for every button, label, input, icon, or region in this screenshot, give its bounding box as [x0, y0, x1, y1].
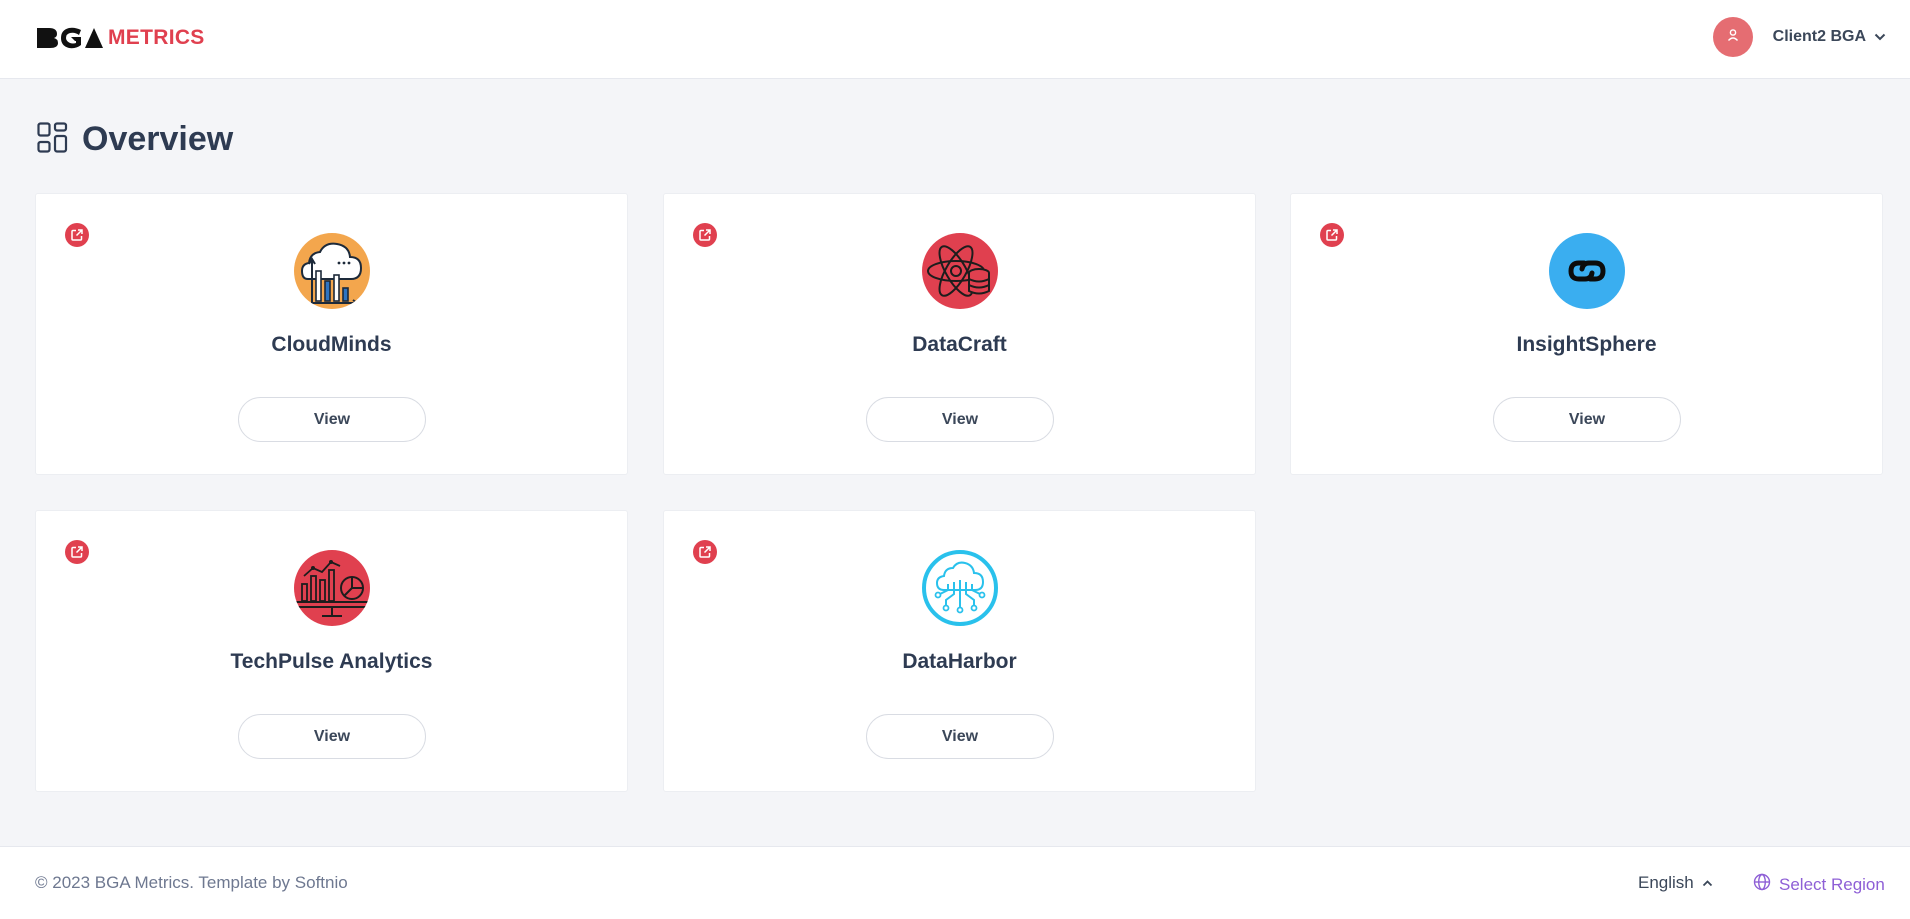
external-link-icon[interactable]: [693, 223, 717, 247]
language-label[interactable]: English: [1638, 873, 1694, 893]
external-link-icon[interactable]: [1320, 223, 1344, 247]
card-title: CloudMinds: [271, 333, 392, 356]
copyright-text: © 2023 BGA Metrics. Template by Softnio: [35, 873, 348, 892]
view-button[interactable]: View: [238, 714, 426, 759]
external-link-icon[interactable]: [65, 223, 89, 247]
user-name[interactable]: Client2 BGA: [1773, 28, 1866, 46]
card-title: DataHarbor: [902, 650, 1017, 673]
globe-icon[interactable]: [1753, 873, 1771, 896]
cloud-chart-icon: [294, 233, 370, 309]
view-button[interactable]: View: [1493, 397, 1681, 442]
card-title: InsightSphere: [1516, 333, 1657, 356]
project-card-techpulse-analytics: TechPulse Analytics View: [35, 510, 628, 792]
chevron-down-icon[interactable]: [1874, 33, 1886, 41]
cloud-network-icon: [922, 550, 998, 626]
card-title: DataCraft: [912, 333, 1007, 356]
external-link-icon[interactable]: [65, 540, 89, 564]
analytics-monitor-icon: [294, 550, 370, 626]
grid-icon: [37, 121, 68, 158]
region-selector[interactable]: Select Region: [1753, 873, 1885, 896]
logo-text: METRICS: [108, 26, 205, 49]
view-button[interactable]: View: [866, 714, 1054, 759]
brand-logo[interactable]: METRICS: [35, 24, 205, 52]
project-card-dataharbor: DataHarbor View: [663, 510, 1256, 792]
page-footer: © 2023 BGA Metrics. Template by Softnio …: [0, 846, 1910, 919]
bga-logo-mark: [35, 26, 105, 50]
user-icon: [1726, 28, 1740, 47]
user-avatar[interactable]: [1712, 17, 1753, 57]
top-header: METRICS Client2 BGA: [0, 0, 1910, 79]
region-label[interactable]: Select Region: [1779, 875, 1885, 895]
page-title: Overview: [82, 120, 234, 158]
chevron-up-icon[interactable]: [1702, 879, 1713, 887]
page-heading: Overview: [37, 120, 233, 159]
view-button[interactable]: View: [238, 397, 426, 442]
project-card-insightsphere: InsightSphere View: [1290, 193, 1883, 475]
view-button[interactable]: View: [866, 397, 1054, 442]
project-card-cloudminds: CloudMinds View: [35, 193, 628, 475]
link-icon: [1549, 233, 1625, 309]
language-selector[interactable]: English: [1638, 873, 1713, 893]
card-title: TechPulse Analytics: [230, 650, 433, 673]
external-link-icon[interactable]: [693, 540, 717, 564]
project-card-datacraft: DataCraft View: [663, 193, 1256, 475]
atom-database-icon: [922, 233, 998, 309]
user-menu[interactable]: Client2 BGA: [1712, 17, 1886, 57]
